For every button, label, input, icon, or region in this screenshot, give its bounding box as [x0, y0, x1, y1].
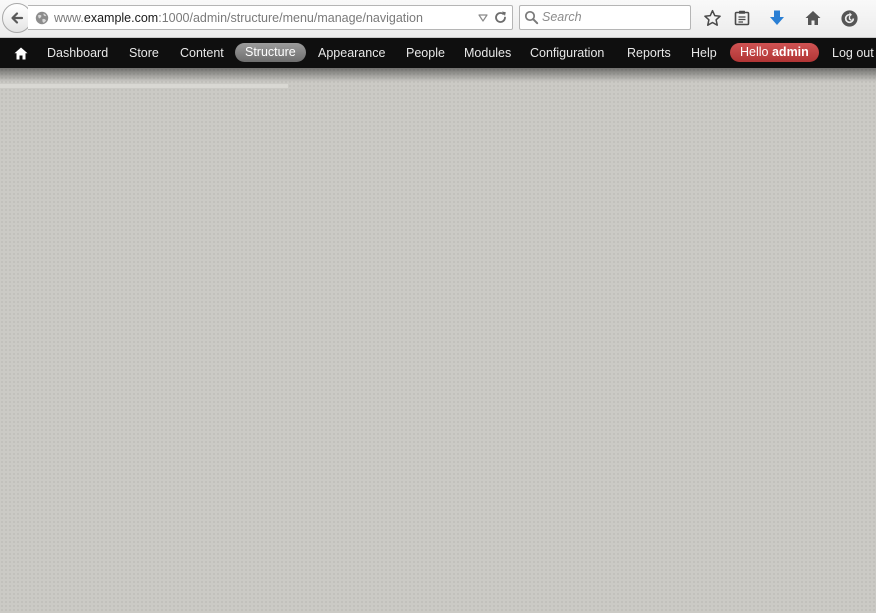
content-region-edge [0, 84, 288, 88]
search-icon [524, 10, 539, 25]
toolbar-item-help[interactable]: Help [691, 45, 717, 61]
star-icon [703, 9, 721, 26]
url-text[interactable]: www.example.com:1000/admin/structure/men… [54, 10, 423, 26]
reading-list-button[interactable] [731, 7, 753, 29]
toolbar-item-people[interactable]: People [406, 45, 445, 61]
downloads-button[interactable] [766, 7, 788, 29]
history-button[interactable] [838, 7, 860, 29]
toolbar-item-store[interactable]: Store [129, 45, 159, 61]
search-input[interactable] [542, 8, 682, 26]
user-greeting-badge[interactable]: Hello admin [730, 43, 819, 62]
history-icon [840, 9, 858, 27]
download-arrow-icon [770, 10, 784, 25]
url-prefix: www. [54, 11, 84, 25]
clipboard-icon [734, 10, 750, 26]
home-icon [14, 47, 28, 59]
home-icon [805, 11, 821, 25]
toolbar-item-reports[interactable]: Reports [627, 45, 671, 61]
toolbar-item-structure[interactable]: Structure [235, 43, 306, 62]
url-host: example.com [83, 11, 159, 25]
url-path: :1000/admin/structure/menu/manage/naviga… [158, 11, 423, 25]
greeting-text: Hello [740, 45, 769, 59]
toolbar-item-modules[interactable]: Modules [464, 45, 511, 61]
bookmark-button[interactable] [701, 7, 723, 29]
toolbar-item-configuration[interactable]: Configuration [530, 45, 604, 61]
logout-link[interactable]: Log out [832, 45, 874, 61]
search-box[interactable] [519, 5, 691, 30]
admin-home-link[interactable] [12, 45, 30, 61]
toolbar-item-content[interactable]: Content [180, 45, 224, 61]
admin-toolbar: Dashboard Store Content Structure Appear… [0, 38, 876, 68]
url-bar[interactable]: www.example.com:1000/admin/structure/men… [28, 5, 513, 30]
toolbar-item-dashboard[interactable]: Dashboard [47, 45, 108, 61]
toolbar-shadow [0, 68, 876, 82]
browser-home-button[interactable] [802, 7, 824, 29]
toolbar-item-appearance[interactable]: Appearance [318, 45, 385, 61]
browser-toolbar: www.example.com:1000/admin/structure/men… [0, 0, 876, 38]
back-arrow-icon [11, 12, 24, 24]
url-dropdown-icon[interactable] [478, 13, 488, 23]
username: admin [771, 45, 809, 59]
globe-icon [35, 11, 49, 25]
reload-icon[interactable] [493, 10, 508, 25]
